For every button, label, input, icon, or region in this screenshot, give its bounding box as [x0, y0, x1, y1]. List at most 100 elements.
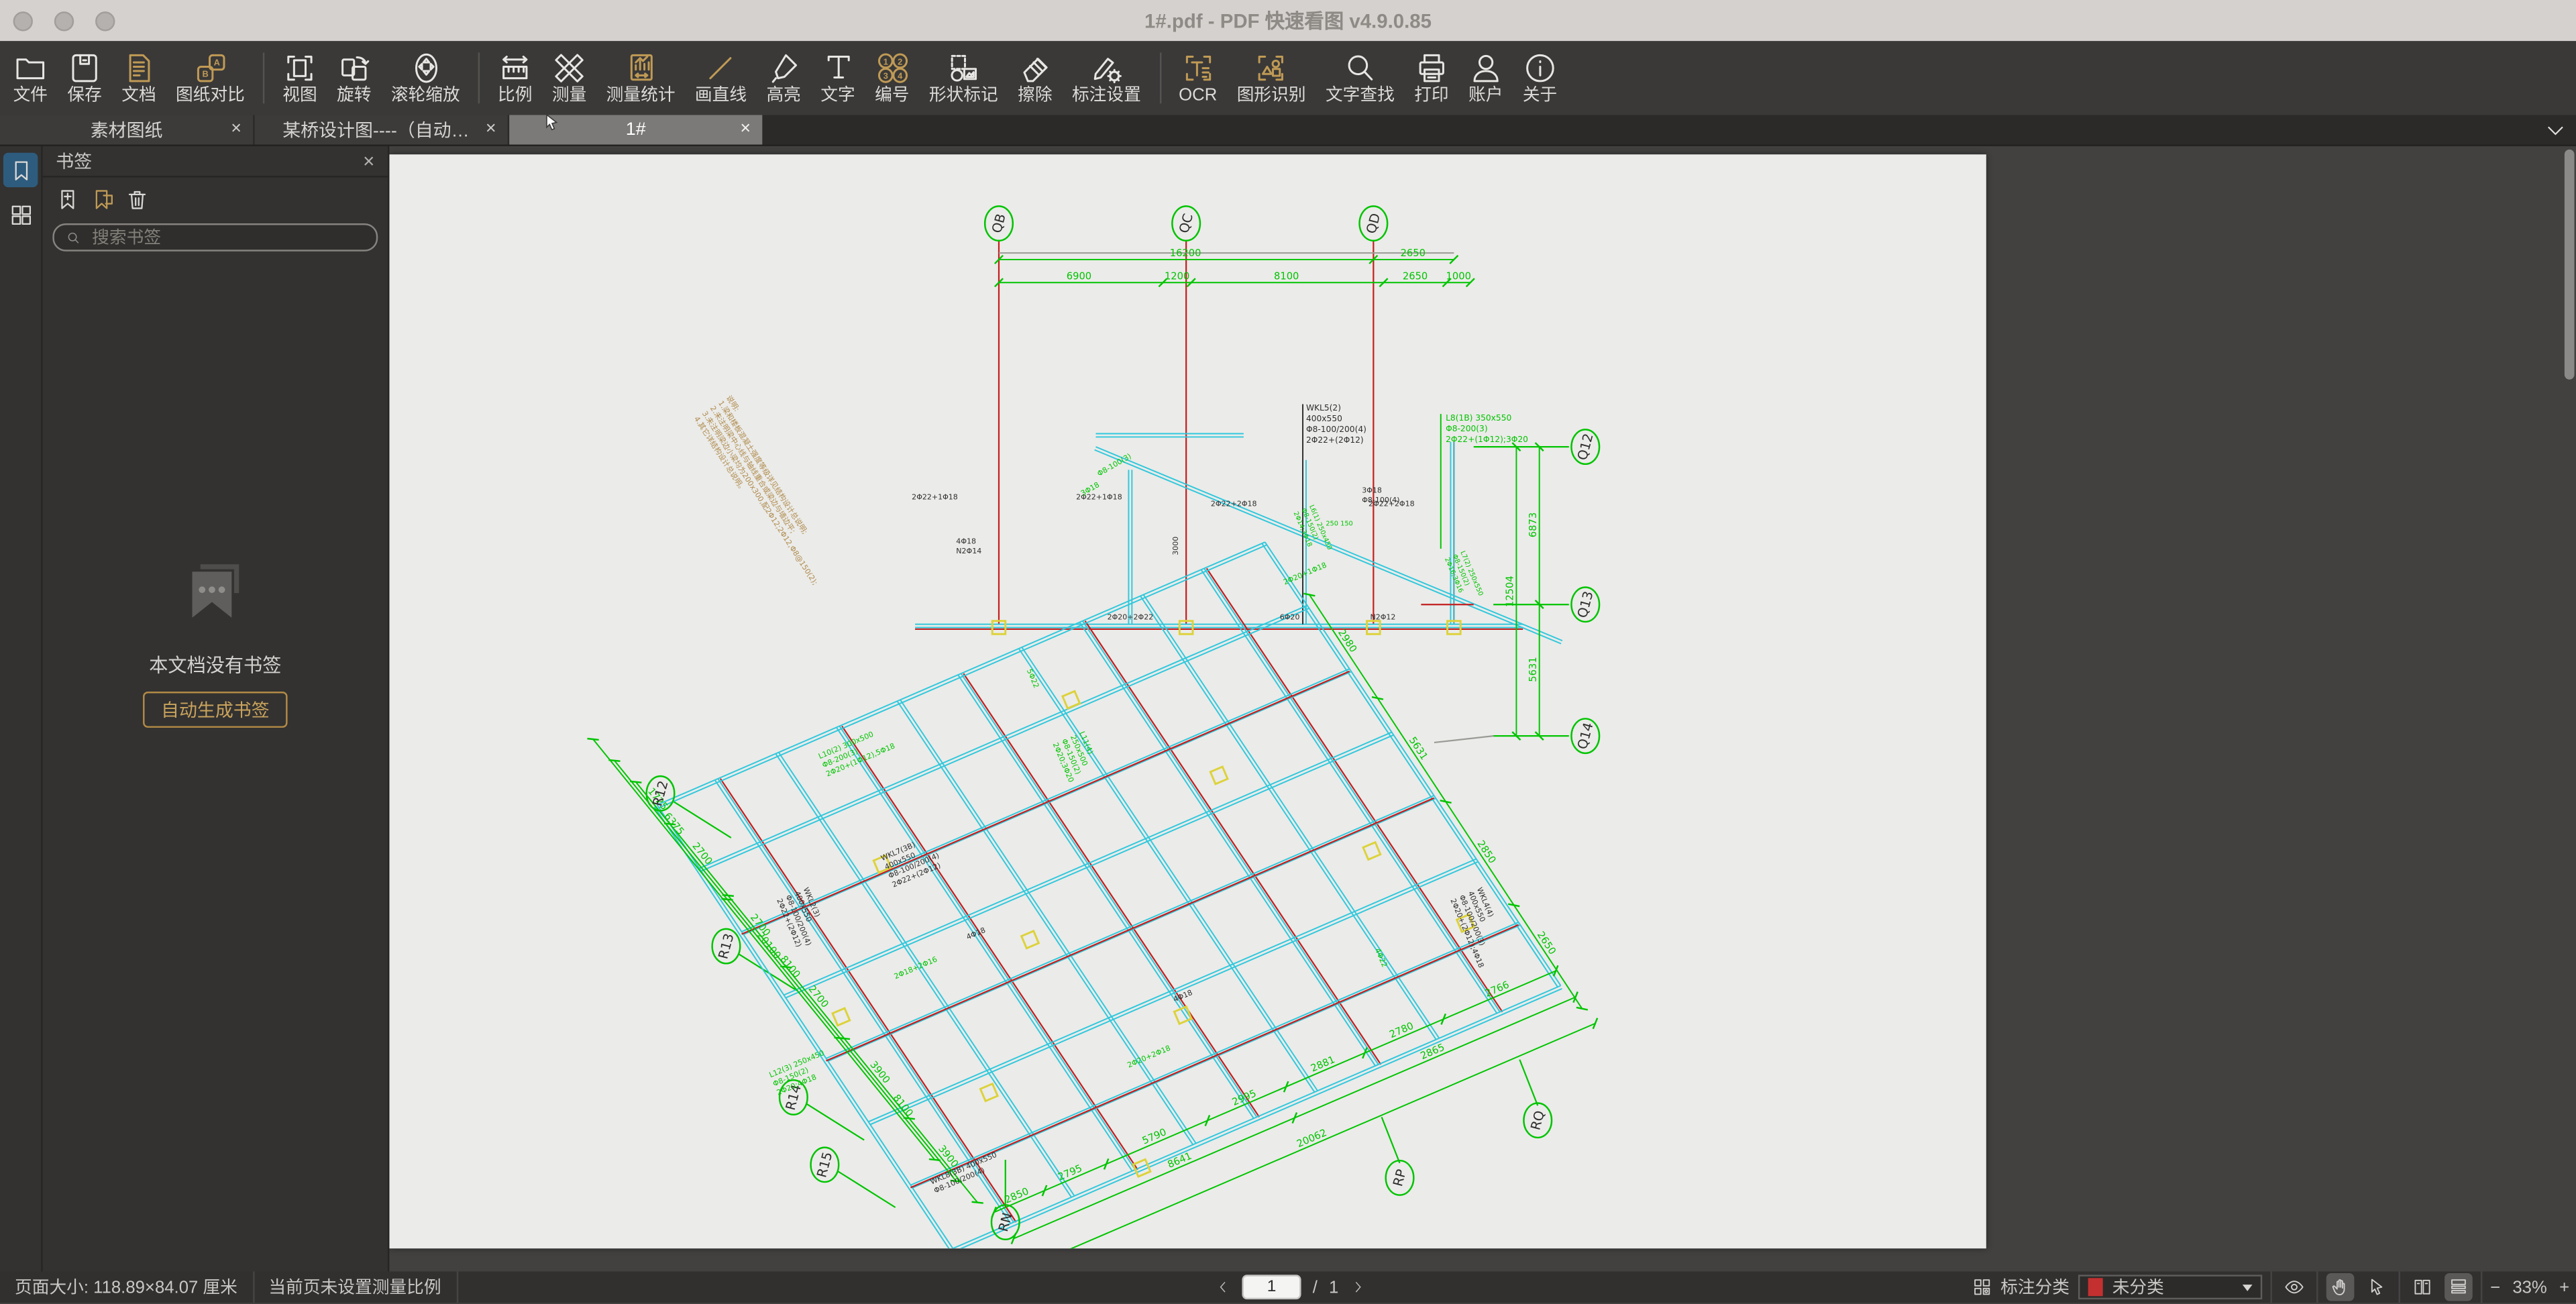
file-button[interactable]: 文件 — [3, 41, 58, 115]
shape-recognition-button[interactable]: 图形识别 — [1227, 41, 1316, 115]
pan-hand-tool-icon[interactable] — [2326, 1272, 2354, 1301]
svg-text:6900: 6900 — [1067, 270, 1091, 282]
rotate-button[interactable]: 旋转 — [327, 41, 381, 115]
numbering-label: 编号 — [875, 85, 910, 105]
document-canvas[interactable]: 16200 2650 6900 1200 8100 2650 1000 5631 6873 125… — [389, 146, 2576, 1272]
generate-bookmark-icon[interactable] — [91, 187, 115, 212]
svg-text:Φ8-100/200(4): Φ8-100/200(4) — [1306, 425, 1366, 434]
svg-text:R13: R13 — [715, 932, 737, 961]
svg-text:8100: 8100 — [1274, 270, 1299, 282]
svg-text:20062: 20062 — [1295, 1127, 1329, 1150]
auto-generate-bookmarks-button[interactable]: 自动生成书签 — [143, 692, 288, 728]
dropdown-arrow-icon — [2242, 1283, 2252, 1291]
vertical-scrollbar[interactable] — [2564, 149, 2575, 380]
svg-text:2Φ22+2Φ18: 2Φ22+2Φ18 — [1211, 499, 1257, 508]
sidebar: 书签 × 本文档没有书签 自动生成书签 — [0, 146, 390, 1272]
sidebar-rail — [0, 146, 43, 1272]
select-cursor-tool-icon[interactable] — [2362, 1273, 2390, 1301]
svg-text:2Φ20+2Φ22: 2Φ20+2Φ22 — [1108, 612, 1154, 621]
zoom-out-button[interactable]: − — [2490, 1277, 2500, 1297]
search-icon — [66, 229, 80, 246]
add-bookmark-icon[interactable] — [56, 187, 80, 212]
scale-button[interactable]: 比例 — [488, 41, 542, 115]
drawing-compare-button[interactable]: 图纸对比 — [166, 41, 254, 115]
svg-text:6Φ20: 6Φ20 — [1280, 612, 1300, 621]
tab-close-icon[interactable]: × — [231, 120, 241, 139]
zoom-level: 33% — [2512, 1277, 2547, 1297]
cad-drawing[interactable]: 16200 2650 6900 1200 8100 2650 1000 5631 6873 125… — [389, 154, 1986, 1249]
text-button[interactable]: 文字 — [811, 41, 865, 115]
tab-overflow-chevron-down-icon[interactable] — [2544, 120, 2566, 142]
delete-bookmark-icon[interactable] — [125, 187, 150, 212]
svg-text:2Φ22+(1Φ12);3Φ20: 2Φ22+(1Φ12);3Φ20 — [1446, 435, 1528, 444]
continuous-view-icon[interactable] — [2444, 1272, 2473, 1301]
document-button[interactable]: 文档 — [112, 41, 166, 115]
svg-text:Q13: Q13 — [1574, 590, 1597, 620]
numbering-button[interactable]: 编号 — [865, 41, 919, 115]
draw-line-button[interactable]: 画直线 — [685, 41, 757, 115]
tab-close-icon[interactable]: × — [740, 120, 751, 139]
svg-text:5631: 5631 — [1527, 657, 1539, 682]
svg-text:RP: RP — [1390, 1167, 1409, 1188]
shape-markup-button[interactable]: 形状标记 — [919, 41, 1008, 115]
save-button[interactable]: 保存 — [58, 41, 112, 115]
ocr-button[interactable]: OCR — [1169, 41, 1227, 115]
annotation-category-icon — [1971, 1276, 1992, 1298]
mouse-cursor-icon — [546, 113, 558, 131]
svg-text:1000: 1000 — [1446, 270, 1471, 282]
panel-close-icon[interactable]: × — [363, 151, 374, 170]
svg-text:Φ8-100(4): Φ8-100(4) — [1362, 496, 1399, 504]
account-label: 账户 — [1468, 85, 1503, 105]
svg-text:2Φ22+(2Φ12): 2Φ22+(2Φ12) — [1306, 435, 1364, 445]
ocr-label: OCR — [1179, 85, 1218, 105]
svg-text:QB: QB — [989, 212, 1009, 235]
next-page-chevron-icon[interactable] — [1350, 1278, 1364, 1296]
svg-text:RQ: RQ — [1527, 1109, 1548, 1132]
status-divider — [455, 1271, 458, 1303]
zoom-in-button[interactable]: + — [2559, 1277, 2569, 1297]
measure-stats-label: 测量统计 — [606, 85, 676, 105]
annotation-category-dropdown[interactable]: 未分类 — [2078, 1274, 2262, 1300]
measure-scale-status[interactable]: 当前页未设置测量比例 — [254, 1274, 455, 1299]
about-button[interactable]: 关于 — [1513, 41, 1567, 115]
erase-button[interactable]: 擦除 — [1008, 41, 1062, 115]
page-size-status: 页面大小: 118.89×84.07 厘米 — [15, 1278, 237, 1298]
toggle-annotations-eye-icon[interactable] — [2279, 1273, 2308, 1301]
thumbnails-panel-button[interactable] — [3, 197, 38, 231]
erase-label: 擦除 — [1018, 85, 1053, 105]
statusbar-right-controls: 标注分类 未分类 − 33% + — [1971, 1271, 2569, 1303]
prev-page-chevron-icon[interactable] — [1216, 1278, 1230, 1296]
tab-close-icon[interactable]: × — [486, 120, 496, 139]
annotation-settings-button[interactable]: 标注设置 — [1062, 41, 1150, 115]
page-number-input[interactable] — [1242, 1274, 1301, 1300]
status-divider — [2480, 1271, 2482, 1303]
tab-bridge-design[interactable]: 某桥设计图----（自动生成书... × — [254, 115, 508, 145]
svg-text:Q14: Q14 — [1574, 721, 1597, 751]
svg-text:QC: QC — [1176, 212, 1196, 235]
status-divider — [2316, 1271, 2318, 1303]
print-button[interactable]: 打印 — [1404, 41, 1458, 115]
page-total: 1 — [1329, 1277, 1339, 1297]
pdf-viewer-window: AB 1234 — [0, 0, 2576, 1304]
tab-material-drawings[interactable]: 素材图纸 × — [0, 115, 254, 145]
two-page-view-icon[interactable] — [2408, 1273, 2436, 1301]
svg-text:3000: 3000 — [1171, 537, 1180, 555]
bookmark-search-input[interactable] — [89, 225, 365, 250]
svg-text:N2Φ14: N2Φ14 — [956, 547, 981, 555]
about-label: 关于 — [1522, 85, 1558, 105]
scroll-zoom-button[interactable]: 滚轮缩放 — [381, 41, 470, 115]
bookmark-search[interactable] — [52, 223, 378, 252]
text-search-button[interactable]: 文字查找 — [1316, 41, 1404, 115]
print-label: 打印 — [1414, 85, 1449, 105]
view-button[interactable]: 视图 — [273, 41, 327, 115]
account-button[interactable]: 账户 — [1458, 41, 1513, 115]
measure-stats-button[interactable]: 测量统计 — [596, 41, 685, 115]
tab-label: 某桥设计图----（自动生成书... — [282, 121, 480, 142]
svg-text:RN: RN — [996, 1211, 1016, 1233]
highlight-button[interactable]: 高亮 — [757, 41, 811, 115]
shape-markup-label: 形状标记 — [928, 85, 998, 105]
bookmarks-panel-button[interactable] — [3, 152, 38, 188]
measure-button[interactable]: 测量 — [542, 41, 596, 115]
svg-text:2Φ22+1Φ18: 2Φ22+1Φ18 — [912, 492, 958, 501]
svg-text:L8(1B) 350x550: L8(1B) 350x550 — [1446, 413, 1511, 423]
